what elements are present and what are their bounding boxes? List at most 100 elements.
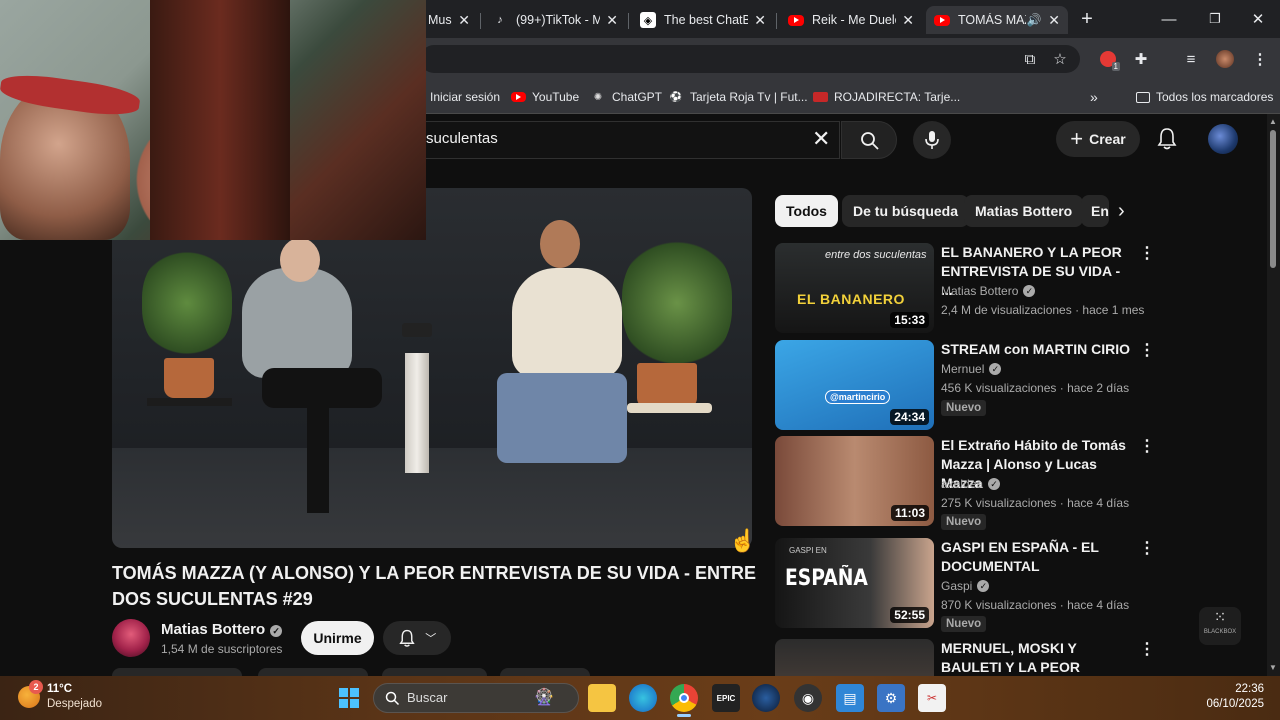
bookmark-iniciar-sesion[interactable]: Iniciar sesión [430, 86, 500, 108]
video-duration: 15:33 [890, 312, 929, 328]
recommendation-item[interactable]: MERNUEL, MOSKI Y BAULETI Y LA PEOR ENTRE… [775, 639, 1155, 676]
taskbar-date[interactable]: 06/10/2025 [1199, 698, 1264, 710]
extension-badge: 1 [1111, 62, 1120, 71]
recommendation-title[interactable]: STREAM con MARTIN CIRIO [941, 340, 1131, 359]
video-duration: 11:03 [890, 505, 929, 521]
subscription-notification-button[interactable]: ﹀ [383, 621, 451, 655]
more-options-icon[interactable]: ⋮ [1139, 438, 1155, 456]
join-button[interactable]: Unirme [301, 621, 374, 655]
chip-todos[interactable]: Todos [775, 195, 838, 227]
video-thumbnail[interactable]: GASPI EN ESPAÑA 52:55 [775, 538, 934, 628]
close-icon[interactable]: ✕ [902, 12, 914, 29]
dark-foreground [150, 0, 290, 240]
clear-search-icon[interactable]: ✕ [812, 128, 830, 150]
bookmark-rojadirecta[interactable]: ROJADIRECTA: Tarje... [813, 86, 960, 108]
close-icon[interactable]: ✕ [606, 12, 618, 29]
tab-divider [480, 13, 481, 29]
bookmark-star-icon[interactable]: ☆ [1048, 47, 1072, 71]
chip-matias-bottero[interactable]: Matias Bottero [964, 195, 1084, 227]
video-thumbnail[interactable]: @martincirio 24:34 [775, 340, 934, 430]
chip-de-tu-busqueda[interactable]: De tu búsqueda [842, 195, 970, 227]
chatbot-icon: ◈ [640, 12, 656, 28]
video-thumbnail[interactable] [775, 639, 934, 676]
minimize-icon[interactable]: — [1157, 8, 1181, 30]
create-button[interactable]: + Crear [1056, 121, 1140, 157]
media-control-icon[interactable]: ≡ [1179, 47, 1203, 71]
obs-icon[interactable]: ◉ [794, 684, 822, 712]
chip-en-vivo[interactable]: En vivo [1081, 195, 1109, 227]
speaker-icon[interactable]: 🔊 [1026, 12, 1042, 28]
thumbnail-text: ESPAÑA [785, 566, 868, 591]
bookmarks-overflow-icon[interactable]: » [1090, 86, 1098, 108]
video-player[interactable] [112, 188, 752, 548]
search-highlight-icon: 🎡 [534, 689, 554, 706]
close-icon[interactable]: ✕ [1048, 12, 1060, 29]
active-app-indicator [677, 714, 691, 717]
bookmark-tarjeta-roja[interactable]: ⚽ Tarjeta Roja Tv | Fut... [668, 86, 808, 108]
settings-gear-icon[interactable]: ⚙ [877, 684, 905, 712]
recommendation-title[interactable]: MERNUEL, MOSKI Y BAULETI Y LA PEOR ENTRE… [941, 639, 1131, 676]
youtube-icon [934, 12, 950, 28]
window-close-icon[interactable]: ✕ [1246, 8, 1270, 30]
tab-tomas-mazza[interactable]: TOMÁS MAZZA 🔊 ✕ [926, 6, 1068, 34]
more-options-icon[interactable]: ⋮ [1139, 641, 1155, 659]
recommendation-channel[interactable]: Matias Bottero ✓ [941, 284, 1036, 298]
windows-start-icon[interactable] [335, 684, 363, 712]
channel-name[interactable]: Matias Bottero ✓ [161, 621, 283, 638]
restore-icon[interactable]: ❐ [1203, 8, 1227, 30]
voice-search-button[interactable] [913, 121, 951, 159]
close-icon[interactable]: ✕ [754, 12, 766, 29]
more-options-icon[interactable]: ⋮ [1139, 540, 1155, 558]
browser-menu-icon[interactable]: ⋮ [1248, 47, 1272, 71]
taskbar-search-box[interactable]: Buscar 🎡 [373, 683, 579, 713]
extension-adblock-icon[interactable]: 1 [1096, 47, 1120, 71]
recommendation-title[interactable]: GASPI EN ESPAÑA - EL DOCUMENTAL [941, 538, 1131, 576]
stool-left [147, 398, 232, 406]
recommendation-channel[interactable]: Gaspi ✓ [941, 579, 990, 593]
video-thumbnail[interactable]: entre dos suculentas EL BANANERO 15:33 [775, 243, 934, 333]
close-icon[interactable]: ✕ [458, 12, 470, 29]
verified-icon: ✓ [988, 478, 1001, 490]
more-options-icon[interactable]: ⋮ [1139, 342, 1155, 360]
recommendation-channel[interactable]: axeldea ✓ [941, 477, 1001, 491]
edge-icon[interactable] [629, 684, 657, 712]
all-bookmarks-folder[interactable]: Todos los marcadores [1136, 86, 1273, 108]
taskbar-time[interactable]: 22:36 [1232, 683, 1264, 695]
tab-chatbot[interactable]: ◈ The best ChatBot ✕ [632, 6, 774, 34]
more-options-icon[interactable]: ⋮ [1139, 245, 1155, 263]
channel-avatar[interactable] [112, 619, 150, 657]
tab-tiktok[interactable]: ♪ (99+)TikTok - Make Your Day ✕ [484, 6, 626, 34]
scrollbar-thumb[interactable] [1270, 130, 1276, 268]
recommendation-item[interactable]: 11:03 El Extraño Hábito de Tomás Mazza |… [775, 436, 1155, 530]
epic-games-icon[interactable]: EPIC [712, 684, 740, 712]
recommendation-item[interactable]: GASPI EN ESPAÑA 52:55 GASPI EN ESPAÑA - … [775, 538, 1155, 632]
scroll-down-arrow-icon[interactable]: ▼ [1269, 663, 1277, 672]
chevron-right-icon[interactable]: › [1118, 200, 1125, 223]
account-avatar[interactable] [1208, 124, 1238, 154]
youtube-icon [788, 12, 804, 28]
notepad-icon[interactable]: ▤ [836, 684, 864, 712]
search-button[interactable] [841, 121, 897, 159]
snipping-tool-icon[interactable]: ✂ [918, 684, 946, 712]
floor [112, 448, 752, 548]
recommendation-item[interactable]: entre dos suculentas EL BANANERO 15:33 E… [775, 243, 1155, 335]
bookmark-chatgpt[interactable]: ✺ ChatGPT [590, 86, 662, 108]
recommendation-channel[interactable]: Mernuel ✓ [941, 362, 1002, 376]
blackbox-widget[interactable]: ⁙ BLACKBOX [1199, 607, 1241, 645]
weather-temperature: 11°C [47, 683, 73, 695]
file-explorer-icon[interactable] [588, 684, 616, 712]
new-tab-button[interactable]: + [1075, 8, 1099, 30]
recommendation-item[interactable]: @martincirio 24:34 STREAM con MARTIN CIR… [775, 340, 1155, 432]
extensions-puzzle-icon[interactable]: ✚ [1129, 47, 1153, 71]
profile-avatar-icon[interactable] [1213, 47, 1237, 71]
steam-icon[interactable] [752, 684, 780, 712]
scroll-up-arrow-icon[interactable]: ▲ [1269, 117, 1277, 126]
tab-reik[interactable]: Reik - Me Duele ✕ [780, 6, 922, 34]
notifications-bell-icon[interactable] [1156, 127, 1178, 156]
address-bar[interactable] [420, 45, 1080, 73]
install-app-icon[interactable]: ⧉ [1018, 47, 1042, 71]
chrome-icon[interactable] [670, 684, 698, 712]
bookmark-youtube[interactable]: YouTube [510, 86, 579, 108]
video-thumbnail[interactable]: 11:03 [775, 436, 934, 526]
tab-music[interactable]: Music ✕ [420, 6, 478, 34]
